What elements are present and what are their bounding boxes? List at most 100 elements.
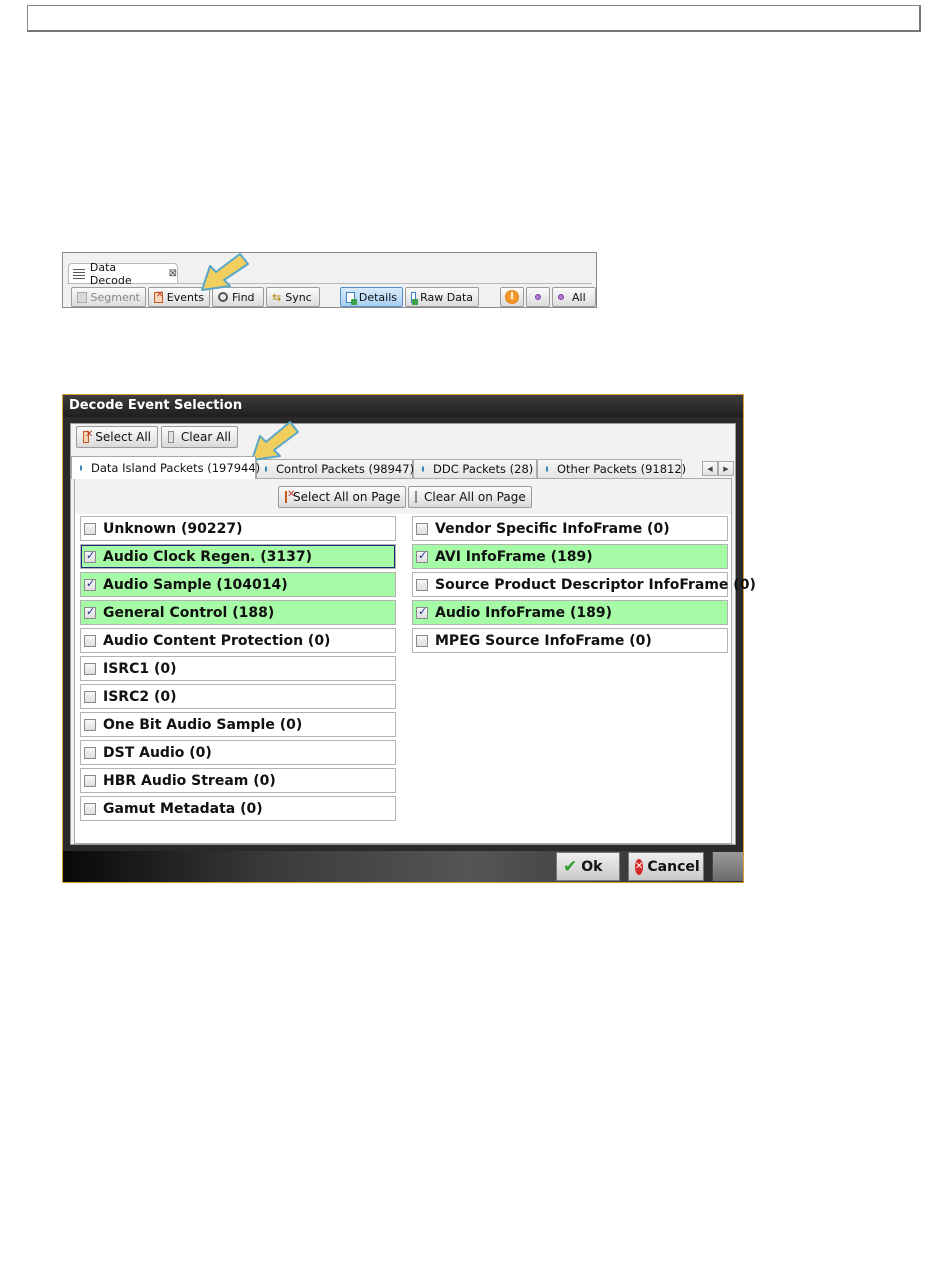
select-all-button[interactable]: Select All [76,426,158,448]
checkbox[interactable] [84,718,96,731]
info-filter-button[interactable] [526,287,550,307]
event-checkbox-row[interactable]: DST Audio (0) [80,740,396,765]
list-icon [73,268,85,279]
tab-scroll-left-button[interactable]: ◀ [702,461,718,476]
sync-label: Sync [285,290,312,304]
event-label: Audio InfoFrame (189) [435,604,612,621]
warning-filter-button[interactable]: ! [500,287,524,307]
checkbox[interactable] [416,549,428,563]
tab-label: DDC Packets (28) [433,462,534,476]
sync-button[interactable]: ⇆ Sync [266,287,320,307]
event-checkbox-row[interactable]: ISRC1 (0) [80,656,396,681]
event-label: Unknown (90227) [103,520,243,537]
toolbar-buttons: Segment Events Find ⇆ Sync Details Raw D… [71,287,596,309]
event-checkbox-row[interactable]: MPEG Source InfoFrame (0) [412,628,728,653]
event-checkbox-row[interactable]: Audio Content Protection (0) [80,628,396,653]
event-label: AVI InfoFrame (189) [435,548,593,565]
clear-all-button[interactable]: Clear All [161,426,238,448]
pointer-arrow-icon [201,253,249,291]
event-label: HBR Audio Stream (0) [103,772,276,789]
clear-all-icon [168,431,174,443]
details-button[interactable]: Details [340,287,403,307]
checkbox[interactable] [84,746,96,759]
tab-dot-icon [80,465,82,471]
right-event-list: Vendor Specific InfoFrame (0) AVI InfoFra… [412,516,756,656]
cancel-label: Cancel [647,858,700,875]
decode-event-selection-dialog: Decode Event Selection Select All Clear … [62,394,756,883]
event-checkbox-row[interactable]: Audio Sample (104014) [80,572,396,597]
checkbox[interactable] [84,605,96,619]
event-label: MPEG Source InfoFrame (0) [435,632,652,649]
ok-label: Ok [581,858,603,875]
select-all-icon [83,429,94,443]
event-label: DST Audio (0) [103,744,212,761]
toolbar-tab-row: Data Decode ⊠ [67,259,592,287]
event-checkbox-row[interactable]: Unknown (90227) [80,516,396,541]
event-checkbox-row[interactable]: Audio InfoFrame (189) [412,600,728,625]
close-icon[interactable]: ⊠ [169,268,177,279]
clear-all-page-icon [415,491,417,503]
tab-ddc-packets[interactable]: DDC Packets (28) [413,459,537,478]
checkbox[interactable] [84,690,96,703]
tab-label: Other Packets (91812) [557,462,687,476]
clear-all-on-page-button[interactable]: Clear All on Page [408,486,532,508]
event-checkbox-row[interactable]: Source Product Descriptor InfoFrame (0) [412,572,756,597]
details-label: Details [358,290,397,304]
checkbox[interactable] [416,522,428,535]
event-checkbox-row[interactable]: ISRC2 (0) [80,684,396,709]
event-label: ISRC2 (0) [103,688,177,705]
tab-data-decode[interactable]: Data Decode ⊠ [68,261,178,287]
checkbox[interactable] [84,577,96,591]
footer-end-cap [712,852,743,881]
cancel-button[interactable]: ✕ Cancel [628,852,704,881]
all-label: All [572,290,586,304]
tab-data-decode-label: Data Decode [89,260,132,287]
event-label: Audio Sample (104014) [103,576,288,593]
all-filter-button[interactable]: All [552,287,596,307]
folder-icon [77,291,87,303]
event-label: Audio Clock Regen. (3137) [103,548,313,565]
checkbox[interactable] [84,549,96,563]
event-checkbox-row[interactable]: Gamut Metadata (0) [80,796,396,821]
checkbox[interactable] [84,522,96,535]
event-label: Source Product Descriptor InfoFrame (0) [435,576,756,593]
tab-panel: Select All on Page Clear All on Page Unk… [74,478,756,844]
event-checkbox-row[interactable]: AVI InfoFrame (189) [412,544,728,569]
clear-all-label: Clear All [180,430,231,444]
dot-icon [535,294,541,300]
packet-tabs: Data Island Packets (197944) Control Pac… [71,456,737,479]
event-checkbox-row[interactable]: One Bit Audio Sample (0) [80,712,396,737]
event-label: Audio Content Protection (0) [103,632,331,649]
event-label: Vendor Specific InfoFrame (0) [435,520,670,537]
top-frame-bar [27,5,921,32]
tab-data-island-packets[interactable]: Data Island Packets (197944) [71,456,260,479]
event-checkbox-row[interactable]: Vendor Specific InfoFrame (0) [412,516,728,541]
event-label: General Control (188) [103,604,275,621]
tab-label: Data Island Packets (197944) [91,461,261,475]
raw-data-button[interactable]: Raw Data [405,287,479,307]
tab-other-packets[interactable]: Other Packets (91812) [537,459,686,478]
tab-dot-icon [422,466,424,472]
checkbox[interactable] [84,802,96,815]
checkbox[interactable] [84,662,96,675]
tab-dot-icon [265,466,267,472]
checkbox[interactable] [416,605,428,619]
event-checkbox-row[interactable]: HBR Audio Stream (0) [80,768,396,793]
segment-button[interactable]: Segment [71,287,146,307]
dialog-footer: ✔ Ok ✕ Cancel [63,851,743,882]
segment-label: Segment [90,290,141,304]
checkbox[interactable] [84,774,96,787]
events-icon [154,290,163,303]
ok-button[interactable]: ✔ Ok [556,852,620,881]
select-all-label: Select All [95,430,151,444]
tab-scroll-right-button[interactable]: ▶ [718,461,734,476]
checkbox[interactable] [416,578,428,591]
clear-all-page-label: Clear All on Page [424,490,526,504]
select-all-on-page-button[interactable]: Select All on Page [278,486,406,508]
raw-data-icon [411,291,419,305]
event-checkbox-row[interactable]: Audio Clock Regen. (3137) [80,544,396,569]
event-checkbox-row[interactable]: General Control (188) [80,600,396,625]
checkbox[interactable] [84,634,96,647]
checkbox[interactable] [416,634,428,647]
warning-icon: ! [505,290,519,304]
